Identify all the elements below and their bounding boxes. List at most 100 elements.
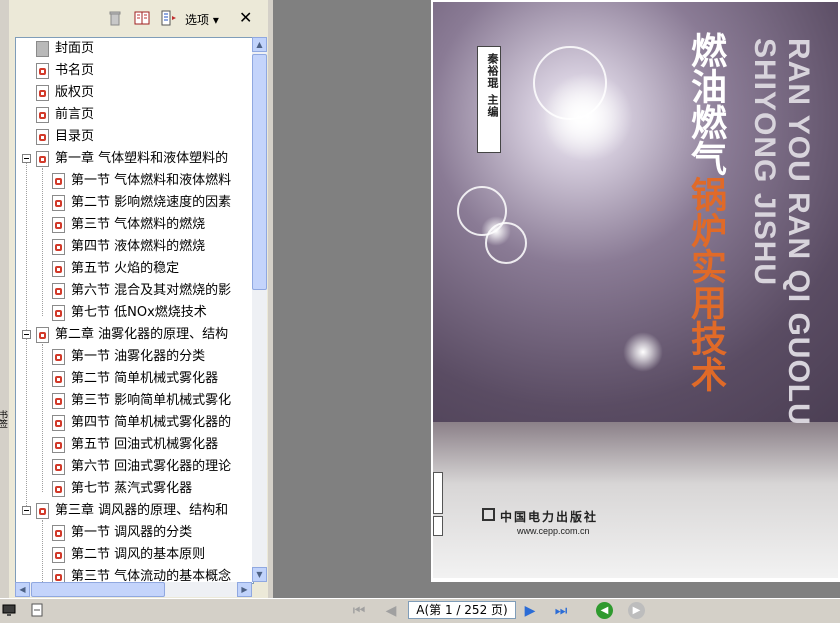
pdf-bookmark-icon	[52, 459, 65, 475]
bookmark-label: 第二节 简单机械式雾化器	[71, 371, 219, 386]
bookmark-horizontal-scrollbar[interactable]: ◀ ▶	[15, 582, 252, 597]
scroll-down-button[interactable]: ▼	[252, 567, 267, 582]
pdf-bookmark-icon	[36, 85, 49, 101]
bookmark-tree: 封面页 书名页 版权页 前言页 目录页 第一章 气体塑料和液体塑料的 第一节 气…	[15, 37, 254, 584]
pdf-bookmark-icon	[52, 283, 65, 299]
options-menu-button[interactable]: 选项 ▾	[185, 11, 219, 28]
pdf-bookmark-icon	[36, 327, 49, 343]
page-number-field[interactable]: A(第 1 / 252 页)	[408, 601, 516, 619]
bookmark-label: 第二章 油雾化器的原理、结构	[55, 327, 229, 342]
forward-icon[interactable]: ▶	[628, 602, 645, 619]
publisher-logo-icon	[482, 508, 495, 521]
pdf-bookmark-icon	[52, 305, 65, 321]
bookmark-toolbar: 选项 ▾ ✕	[9, 0, 268, 36]
bookmark-label: 第二节 调风的基本原则	[71, 547, 206, 562]
decorative-ring	[533, 46, 607, 120]
pdf-bookmark-icon	[52, 525, 65, 541]
pdf-bookmark-icon	[52, 415, 65, 431]
bookmark-label: 第四节 液体燃料的燃烧	[71, 239, 206, 254]
next-page-button[interactable]: ▶	[521, 602, 539, 620]
document-view: 秦裕琨 主编 燃油燃气锅炉实用技术 RAN YOU RAN QI GUOLU S…	[273, 0, 840, 598]
pdf-bookmark-icon	[52, 349, 65, 365]
pdf-bookmark-icon	[52, 261, 65, 277]
last-page-button[interactable]: ⏭	[552, 602, 570, 620]
previous-page-button[interactable]: ◀	[382, 602, 400, 620]
pdf-bookmark-icon	[36, 503, 49, 519]
pdf-bookmark-icon	[36, 129, 49, 145]
cover-edge-tab	[433, 472, 443, 514]
collapse-toggle[interactable]	[22, 506, 31, 515]
bookmark-vertical-scrollbar[interactable]: ▲ ▼	[252, 37, 267, 582]
pdf-bookmark-icon	[52, 393, 65, 409]
bookmark-label: 第七节 蒸汽式雾化器	[71, 481, 193, 496]
pdf-bookmark-icon	[52, 195, 65, 211]
status-bar: ⏮ ◀ A(第 1 / 252 页) ▶ ⏭ ◀ ▶	[0, 598, 840, 623]
bookmark-label: 第三章 调风器的原理、结构和	[55, 503, 229, 518]
bookmark-label: 目录页	[55, 129, 95, 144]
book-title-part1: 燃油燃气	[685, 32, 726, 176]
pdf-page: 秦裕琨 主编 燃油燃气锅炉实用技术 RAN YOU RAN QI GUOLU S…	[431, 0, 840, 582]
bookmark-label: 第三节 影响简单机械式雾化	[71, 393, 232, 408]
page-gray-icon	[36, 41, 49, 57]
bookmark-label: 第六节 回油式雾化器的理论	[71, 459, 232, 474]
tree-line	[42, 168, 43, 316]
bookmark-label: 第五节 火焰的稳定	[71, 261, 180, 276]
bookmark-label: 封面页	[55, 41, 95, 56]
tree-line	[26, 158, 27, 334]
expand-bookmark-icon[interactable]	[161, 10, 177, 26]
bookmark-label: 第六节 混合及其对燃烧的影	[71, 283, 232, 298]
pdf-bookmark-icon	[52, 481, 65, 497]
pdf-bookmark-icon	[52, 437, 65, 453]
book-title: 燃油燃气锅炉实用技术	[683, 32, 727, 392]
light-flare	[481, 216, 511, 246]
publisher-url: www.cepp.com.cn	[517, 526, 590, 536]
bookmark-label: 第一节 油雾化器的分类	[71, 349, 206, 364]
pdf-bookmark-icon	[52, 547, 65, 563]
scroll-thumb[interactable]	[31, 582, 165, 597]
bookmark-label: 书名页	[55, 63, 95, 78]
cover-edge-tab	[433, 516, 443, 536]
bookmark-label: 第二节 影响燃烧速度的因素	[71, 195, 232, 210]
page-layout-icon[interactable]	[30, 603, 44, 617]
scroll-up-button[interactable]: ▲	[252, 37, 267, 52]
pdf-bookmark-icon	[52, 239, 65, 255]
monitor-icon[interactable]	[2, 603, 16, 617]
pdf-bookmark-icon	[36, 107, 49, 123]
scroll-thumb[interactable]	[252, 54, 267, 290]
delete-icon[interactable]	[107, 10, 123, 26]
tree-line	[42, 520, 43, 583]
bookmark-label: 第七节 低NOx燃烧技术	[71, 305, 207, 320]
first-page-button[interactable]: ⏮	[350, 602, 368, 620]
side-tab-label[interactable]: 书签	[0, 410, 9, 428]
close-panel-button[interactable]: ✕	[239, 8, 252, 27]
bookmark-label: 第五节 回油式机械雾化器	[71, 437, 219, 452]
pdf-bookmark-icon	[36, 151, 49, 167]
bookmark-label: 前言页	[55, 107, 95, 122]
pdf-bookmark-icon	[52, 217, 65, 233]
bookmark-panel: 选项 ▾ ✕ 封面页 书名页 版权页 前言页 目录页 第一章 气体塑料和液体塑料…	[9, 0, 269, 598]
scroll-left-button[interactable]: ◀	[15, 582, 30, 597]
new-bookmark-icon[interactable]	[134, 10, 150, 26]
bookmark-label: 第四节 简单机械式雾化器的	[71, 415, 232, 430]
pdf-bookmark-icon	[52, 173, 65, 189]
back-icon[interactable]: ◀	[596, 602, 613, 619]
bookmark-label: 第一章 气体塑料和液体塑料的	[55, 151, 229, 166]
book-cover: 秦裕琨 主编 燃油燃气锅炉实用技术 RAN YOU RAN QI GUOLU S…	[433, 2, 838, 578]
pdf-bookmark-icon	[36, 63, 49, 79]
author: 秦裕琨 主编	[486, 53, 499, 118]
bookmark-label: 第一节 调风器的分类	[71, 525, 193, 540]
book-title-part2: 锅炉实用技术	[685, 176, 726, 392]
bookmark-label: 版权页	[55, 85, 95, 100]
light-flare	[623, 332, 663, 372]
bookmark-label: 第一节 气体燃料和液体燃料	[71, 173, 232, 188]
tree-line	[42, 344, 43, 492]
publisher-name-text: 中国电力出版社	[500, 510, 599, 524]
author-box: 秦裕琨 主编	[477, 46, 501, 153]
book-title-pinyin: RAN YOU RAN QI GUOLU SHIYONG JISHU	[748, 38, 815, 426]
publisher-name: 中国电力出版社	[482, 508, 599, 525]
pdf-bookmark-icon	[52, 371, 65, 387]
scroll-right-button[interactable]: ▶	[237, 582, 252, 597]
collapse-toggle[interactable]	[22, 154, 31, 163]
tree-line	[26, 334, 27, 510]
collapse-toggle[interactable]	[22, 330, 31, 339]
